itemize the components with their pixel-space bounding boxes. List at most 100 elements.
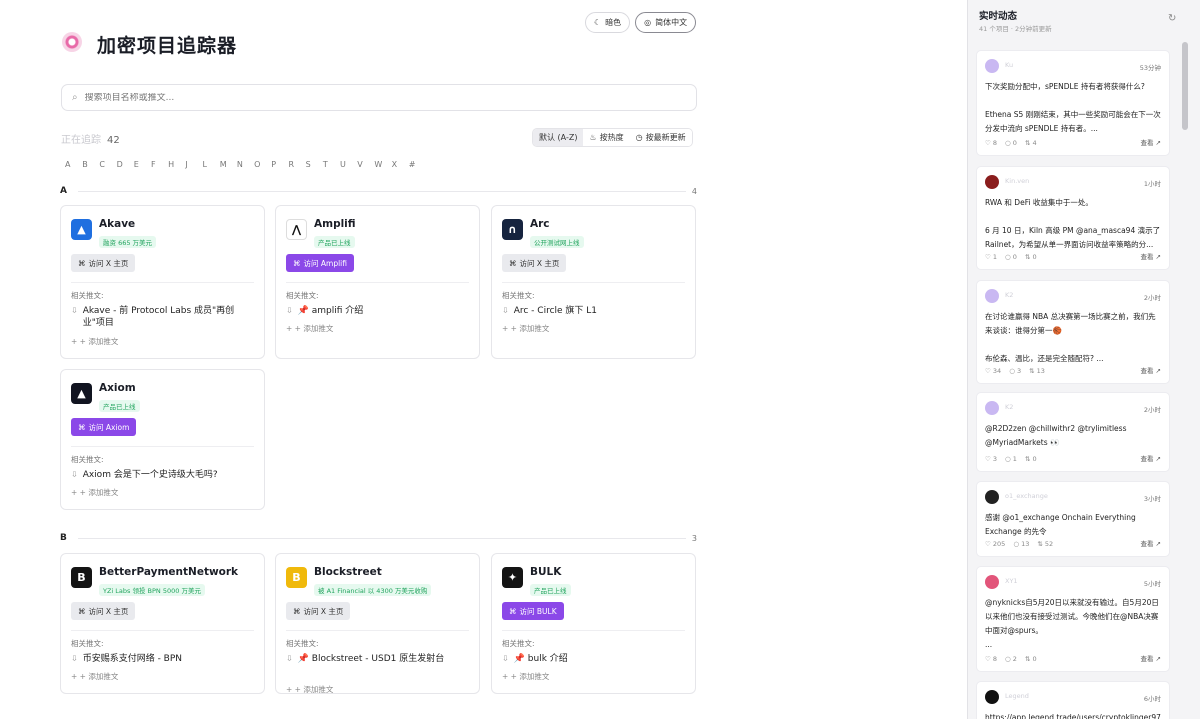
visit-button[interactable]: ⌘ 访问 Axiom [71,418,137,436]
feed-item[interactable]: Legend 6小时 https://app.legend.trade/user… [976,681,1170,719]
letter-link[interactable]: X [392,160,409,169]
feed-stats: ♡ 34 ○ 3 ⇅ 13 [985,367,1045,375]
view-link[interactable]: 查看 ↗ [1140,453,1161,463]
feed-username: Kin.ven [1005,177,1030,185]
feed-subtitle: 41 个项目 · 2分钟前更新 [979,25,1052,33]
letter-link[interactable]: M [220,160,237,169]
letter-link[interactable]: A [65,160,82,169]
letter-link[interactable]: U [340,160,357,169]
letter-link[interactable]: C [99,160,116,169]
feed-time: 5小时 [1143,580,1161,588]
view-link[interactable]: 查看 ↗ [1140,251,1161,261]
sort-default-button[interactable]: 默认 (A-Z) [533,129,584,146]
letter-link[interactable]: V [357,160,374,169]
view-link[interactable]: 查看 ↗ [1140,653,1161,663]
pin-icon: ⇩ [71,470,78,479]
feed-stats: ♡ 8 ○ 2 ⇅ 0 [985,655,1037,663]
link-icon: ⌘ [293,606,301,616]
card-header: B BetterPaymentNetwork YZi Labs 领投 BPN 5… [71,566,238,597]
avatar [985,690,999,704]
letter-link[interactable]: E [134,160,151,169]
feed-username: XY1 [1005,577,1018,585]
feed-time: 1小时 [1143,180,1161,188]
visit-button[interactable]: ⌘ 访问 X 主页 [71,254,136,272]
feed-item[interactable]: XY1 5小时 @nyknicks自5月20日以来就没有输过。自5月20日以来他… [976,566,1170,672]
feed-item[interactable]: K2 2小时 @R2D2zen @chillwithr2 @trylimitle… [976,392,1170,472]
retweet-count: ⇅ 13 [1029,367,1045,375]
project-name: Arc [530,218,550,230]
feed-item[interactable]: Kin.ven 1小时 RWA 和 DeFi 收益集中于一处。 6 月 10 日… [976,166,1170,270]
dark-mode-button[interactable]: ☾ 暗色 [585,12,631,33]
app-logo [62,32,82,52]
feed-item[interactable]: K2 2小时 在讨论谁赢得 NBA 总决赛第一场比赛之前，我们先来谈谈：谁得分第… [976,280,1170,384]
search-input[interactable] [84,92,645,103]
related-tweet-link[interactable]: ⇩ Arc - Circle 旗下 L1 [502,305,685,317]
add-tweet-button[interactable]: + + 添加推文 [502,323,549,334]
view-link[interactable]: 查看 ↗ [1140,365,1161,375]
letter-link[interactable]: D [117,160,134,169]
project-name: Blockstreet [314,566,382,578]
feed-username: K2 [1005,403,1014,411]
add-tweet-button[interactable]: + + 添加推文 [286,684,333,695]
refresh-icon[interactable]: ↻ [1168,13,1176,24]
add-tweet-button[interactable]: + + 添加推文 [71,671,118,682]
status-badge: 公开测试网上线 [530,236,584,248]
section-header-a: A4 [60,186,697,196]
related-tweet-link[interactable]: ⇩ 📌 amplifi 介绍 [286,305,469,317]
letter-link[interactable]: P [271,160,288,169]
avatar [985,175,999,189]
letter-link[interactable]: F [151,160,168,169]
letter-link[interactable]: J [185,160,202,169]
pin-icon: ⇩ [71,654,78,663]
project-logo-icon: ✦ [502,567,523,588]
related-tweet-link[interactable]: ⇩ 币安赐系支付网络 - BPN [71,653,254,665]
feed-text: https://app.legend.trade/users/cryptokli… [985,713,1161,719]
related-tweet-link[interactable]: ⇩ Akave - 前 Protocol Labs 成员"再创业"项目 [71,305,254,329]
letter-link[interactable]: W [374,160,391,169]
visit-button[interactable]: ⌘ 访问 X 主页 [71,602,136,620]
feed-item[interactable]: Ku 53分钟 下次奖励分配中，sPENDLE 持有者将获得什么? Ethena… [976,50,1170,156]
avatar [985,289,999,303]
search-box[interactable]: ⌕ [61,84,697,111]
main-panel: ☾暗色 ◎简体中文 加密项目追踪器 ⌕ 正在追踪42 默认 (A-Z) ♨按热度… [0,0,966,719]
feed-scrollbar[interactable] [1182,42,1188,130]
feed-stats: ♡ 8 ○ 0 ⇅ 4 [985,139,1037,147]
letter-link[interactable]: N [237,160,254,169]
clock-icon: ◷ [635,133,643,142]
related-tweet-link[interactable]: ⇩ Axiom 会是下一个史诗级大毛吗? [71,469,254,481]
feed-text: @R2D2zen @chillwithr2 @trylimitless @Myr… [985,424,1127,447]
letter-link[interactable]: H [168,160,185,169]
letter-link[interactable]: B [82,160,99,169]
view-link[interactable]: 查看 ↗ [1140,137,1161,147]
letter-link[interactable]: T [323,160,340,169]
visit-button[interactable]: ⌘ 访问 X 主页 [286,602,351,620]
visit-button[interactable]: ⌘ 访问 BULK [502,602,564,620]
letter-link[interactable]: R [288,160,305,169]
sort-hot-button[interactable]: ♨ 按热度 [583,129,630,146]
sort-latest-button[interactable]: ◷ 按最新更新 [629,129,692,146]
add-tweet-button[interactable]: + + 添加推文 [502,671,549,682]
add-tweet-button[interactable]: + + 添加推文 [286,323,333,334]
feed-item[interactable]: o1_exchange 3小时 感谢 @o1_exchange Onchain … [976,481,1170,557]
letter-link[interactable]: L [203,160,220,169]
feed-text: 在讨论谁赢得 NBA 总决赛第一场比赛之前，我们先来谈谈：谁得分第一🏀 布伦森、… [985,312,1156,363]
visit-button[interactable]: ⌘ 访问 Amplifi [286,254,354,272]
pin-icon: ⇩ [286,306,293,315]
related-tweet-link[interactable]: ⇩ 📌 bulk 介绍 [502,653,685,665]
related-tweets-label: 相关推文: [502,639,535,648]
status-badge: YZi Labs 领投 BPN 5000 万美元 [99,584,205,596]
project-card: ▲ Akave 融资 665 万美元 ⌘ 访问 X 主页 相关推文: ⇩ Akave… [60,205,265,359]
language-button[interactable]: ◎ 简体中文 [635,12,697,33]
letter-link[interactable]: S [306,160,323,169]
view-link[interactable]: 查看 ↗ [1140,538,1161,548]
card-divider [286,630,469,631]
add-tweet-button[interactable]: + + 添加推文 [71,487,118,498]
section-header-b: B3 [60,533,697,543]
add-tweet-button[interactable]: + + 添加推文 [71,336,118,347]
related-tweet-link[interactable]: ⇩ 📌 Blockstreet - USD1 原生发射台 [286,653,469,665]
letter-link[interactable]: O [254,160,271,169]
visit-button[interactable]: ⌘ 访问 X 主页 [502,254,567,272]
avatar [985,490,999,504]
retweet-count: ⇅ 52 [1037,540,1054,548]
letter-link[interactable]: # [409,160,426,169]
